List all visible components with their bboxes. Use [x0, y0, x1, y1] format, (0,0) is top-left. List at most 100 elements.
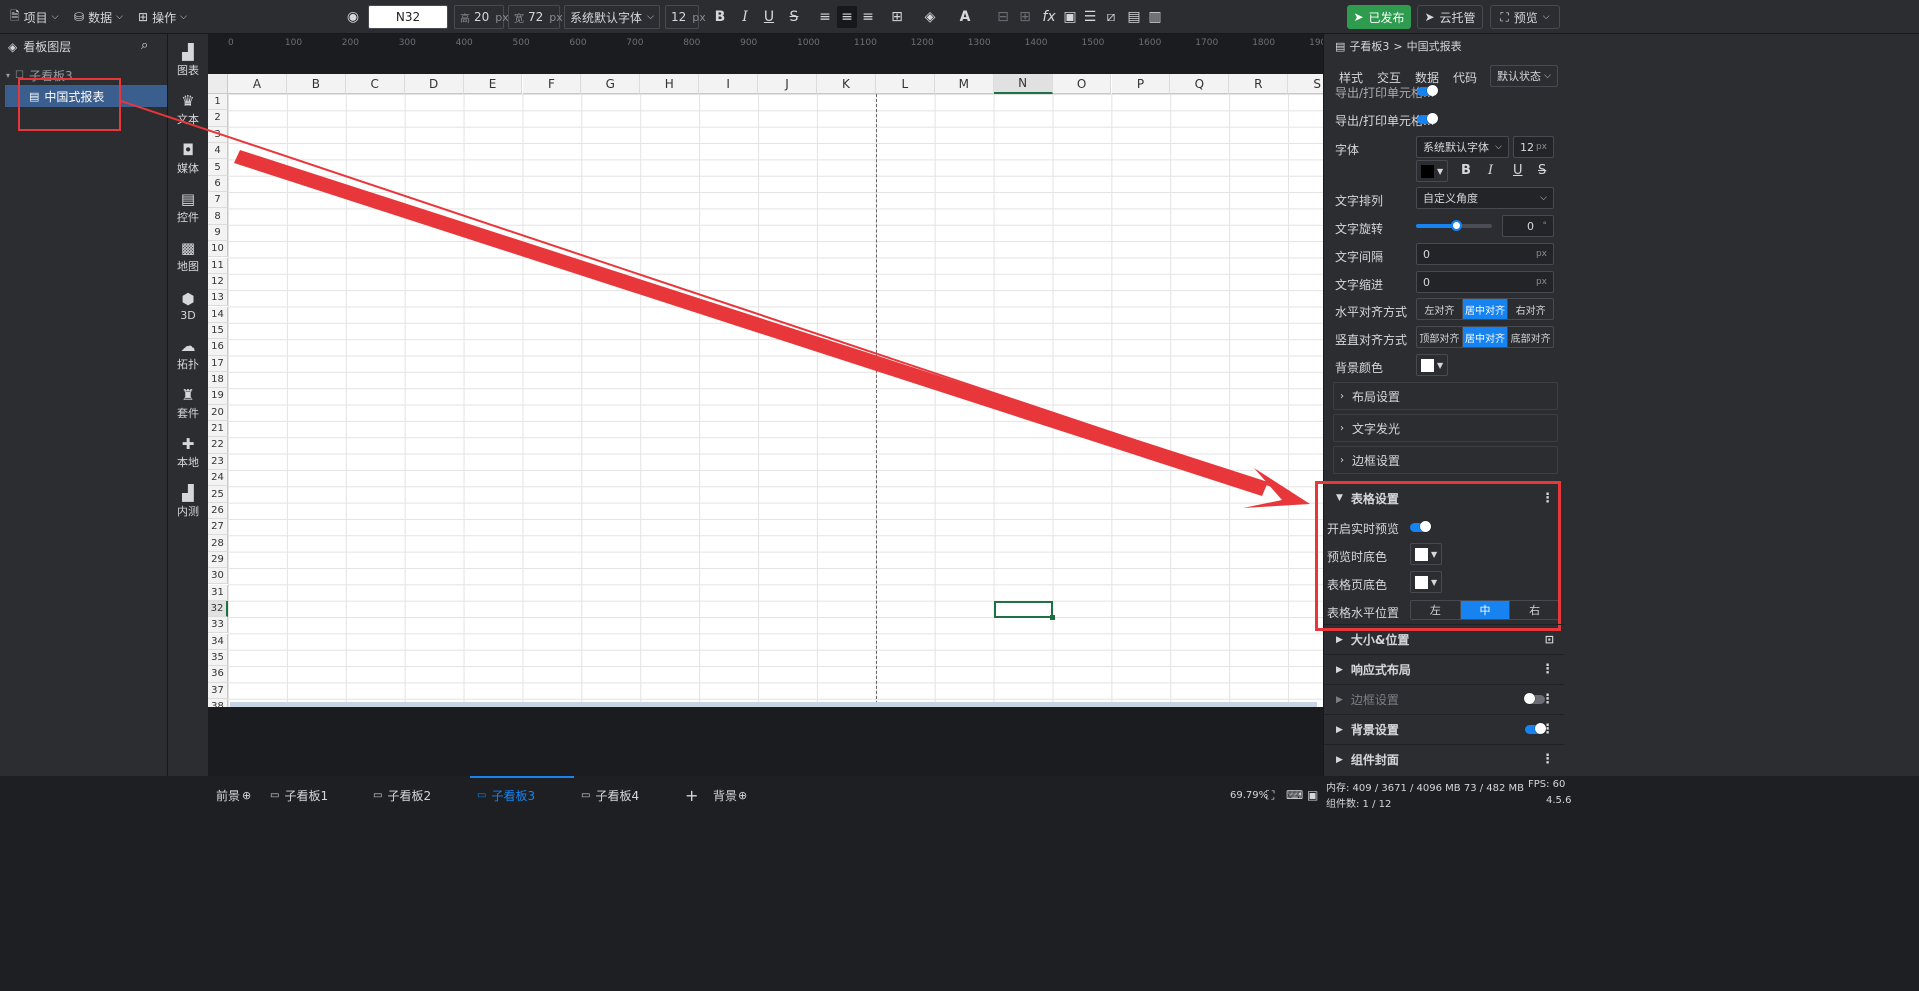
row-header[interactable]: 13 — [208, 290, 228, 307]
column-header[interactable]: N — [993, 74, 1053, 94]
column-width-input[interactable]: 宽 72 px — [508, 5, 563, 29]
lock-icon[interactable]: ⊡ — [1545, 633, 1554, 646]
row-header[interactable]: 32 — [208, 600, 228, 618]
sidebar-item-local[interactable]: ✚ 本地 — [168, 429, 208, 477]
column-header[interactable]: L — [875, 74, 935, 94]
row-header[interactable]: 38 — [208, 698, 228, 707]
row-header[interactable]: 27 — [208, 519, 228, 536]
fill-handle[interactable] — [1049, 615, 1055, 621]
column-header[interactable]: B — [286, 74, 346, 94]
split-cells-icon[interactable]: ⊞ — [1015, 6, 1035, 28]
column-header[interactable]: M — [934, 74, 994, 94]
sidebar-item-media[interactable]: ◘ 媒体 — [168, 135, 208, 183]
row-header[interactable]: 25 — [208, 486, 228, 503]
operate-menu[interactable]: ⊞ 操作 ⌵ — [138, 5, 187, 29]
search-icon[interactable]: ⌕ — [141, 38, 148, 53]
row-header[interactable]: 17 — [208, 355, 228, 372]
align-middle-option[interactable]: 居中对齐 — [1462, 327, 1509, 347]
row-header[interactable]: 16 — [208, 339, 228, 356]
publish-button[interactable]: ➤ 已发布 — [1347, 5, 1411, 29]
fit-screen-icon[interactable]: ⛶ — [1266, 784, 1274, 806]
component-cover-header[interactable]: ▶ 组件封面 ⋮ — [1324, 744, 1564, 774]
row-header[interactable]: 8 — [208, 208, 228, 225]
image-icon[interactable]: ▣ — [1060, 6, 1080, 28]
italic-icon[interactable]: I — [735, 6, 755, 28]
align-right-option[interactable]: 右对齐 — [1508, 299, 1553, 319]
row-header[interactable]: 19 — [208, 388, 228, 405]
row-header[interactable]: 35 — [208, 649, 228, 667]
row-header[interactable]: 12 — [208, 273, 228, 291]
letter-spacing-input[interactable]: 0 px — [1416, 243, 1554, 265]
border-icon[interactable]: ⊞ — [887, 6, 907, 28]
save-icon[interactable]: ▥ — [1145, 6, 1165, 28]
row-header[interactable]: 20 — [208, 404, 228, 421]
responsive-layout-header[interactable]: ▶ 响应式布局 ⋮ — [1324, 654, 1564, 684]
no-border-icon[interactable]: ⧄ — [1101, 6, 1121, 28]
cloud-hosting-button[interactable]: ➤ 云托管 — [1417, 5, 1483, 29]
sidebar-item-kit[interactable]: ♜ 套件 — [168, 380, 208, 428]
data-menu[interactable]: ⛁ 数据 ⌵ — [74, 5, 123, 29]
sidebar-item-control[interactable]: ▤ 控件 — [168, 184, 208, 232]
project-menu[interactable]: 🗎 项目 ⌵ — [10, 5, 59, 29]
breadcrumb-parent[interactable]: 子看板3 — [1349, 38, 1389, 54]
align-center-icon[interactable]: ≡ — [837, 6, 857, 28]
board-tab-1[interactable]: ▭ 子看板1 — [270, 784, 328, 806]
strikethrough-icon[interactable]: S — [1538, 163, 1546, 178]
column-header[interactable]: A — [228, 74, 287, 94]
selected-cell[interactable] — [993, 600, 1055, 621]
size-position-header[interactable]: ▶ 大小&位置 ⊡ — [1324, 624, 1564, 654]
text-glow-collapse[interactable]: › 文字发光 — [1333, 414, 1558, 442]
row-header[interactable]: 14 — [208, 306, 228, 323]
column-header[interactable]: H — [640, 74, 700, 94]
column-header[interactable]: C — [345, 74, 405, 94]
underline-icon[interactable]: U — [1513, 163, 1523, 178]
sidebar-item-map[interactable]: ▩ 地图 — [168, 233, 208, 281]
column-header[interactable]: Q — [1170, 74, 1230, 94]
export-print-toggle-1[interactable] — [1417, 85, 1438, 96]
row-header[interactable]: 24 — [208, 470, 228, 487]
bg-color-picker[interactable]: ▼ — [1416, 354, 1448, 376]
row-header[interactable]: 37 — [208, 682, 228, 699]
align-left-option[interactable]: 左对齐 — [1417, 299, 1463, 319]
column-header[interactable]: S — [1288, 74, 1323, 94]
font-size-input[interactable]: 12 px — [665, 5, 706, 29]
export-print-toggle-2[interactable] — [1417, 113, 1438, 124]
column-header[interactable]: G — [581, 74, 641, 94]
cell-grid[interactable] — [228, 94, 1323, 707]
align-right-icon[interactable]: ≡ — [858, 6, 878, 28]
row-header[interactable]: 4 — [208, 143, 228, 160]
indent-input[interactable]: 0 px — [1416, 271, 1554, 293]
preview-button[interactable]: ⛶ 预览 ⌵ — [1490, 5, 1560, 29]
row-header[interactable]: 30 — [208, 568, 228, 585]
border-settings-collapse[interactable]: › 边框设置 — [1333, 446, 1558, 474]
row-header[interactable]: 15 — [208, 322, 228, 340]
keyboard-icon[interactable]: ⌨ — [1286, 784, 1303, 806]
board-tab-4[interactable]: ▭ 子看板4 — [581, 784, 639, 806]
row-header[interactable]: 26 — [208, 502, 228, 520]
sidebar-item-text[interactable]: ♛ 文本 — [168, 86, 208, 134]
background-settings-toggle[interactable] — [1525, 723, 1546, 734]
bold-icon[interactable]: B — [1461, 163, 1471, 178]
column-header[interactable]: O — [1052, 74, 1112, 94]
select-all-corner[interactable] — [208, 74, 228, 94]
font-family-select[interactable]: 系统默认字体 ⌵ — [564, 5, 660, 29]
row-header[interactable]: 6 — [208, 175, 228, 193]
underline-icon[interactable]: U — [759, 6, 779, 28]
cell-reference-input[interactable]: N32 — [368, 5, 448, 29]
row-header[interactable]: 2 — [208, 110, 228, 127]
rotate-slider-handle[interactable] — [1451, 220, 1462, 231]
text-arrange-select[interactable]: 自定义角度 ⌵ — [1416, 187, 1554, 209]
row-header[interactable]: 21 — [208, 421, 228, 438]
column-header[interactable]: F — [522, 74, 582, 94]
row-header[interactable]: 11 — [208, 257, 228, 274]
text-rotate-input[interactable]: 0 ° — [1502, 215, 1554, 237]
row-header[interactable]: 23 — [208, 453, 228, 470]
align-left-icon[interactable]: ≡ — [815, 6, 835, 28]
align-top-option[interactable]: 顶部对齐 — [1417, 327, 1463, 347]
font-color-icon[interactable]: A — [955, 6, 975, 28]
background-tab[interactable]: 背景 — [713, 784, 737, 806]
align-bottom-option[interactable]: 底部对齐 — [1508, 327, 1553, 347]
row-header[interactable]: 5 — [208, 159, 228, 176]
row-header[interactable]: 10 — [208, 241, 228, 258]
eye-icon[interactable]: ◉ — [343, 6, 363, 28]
